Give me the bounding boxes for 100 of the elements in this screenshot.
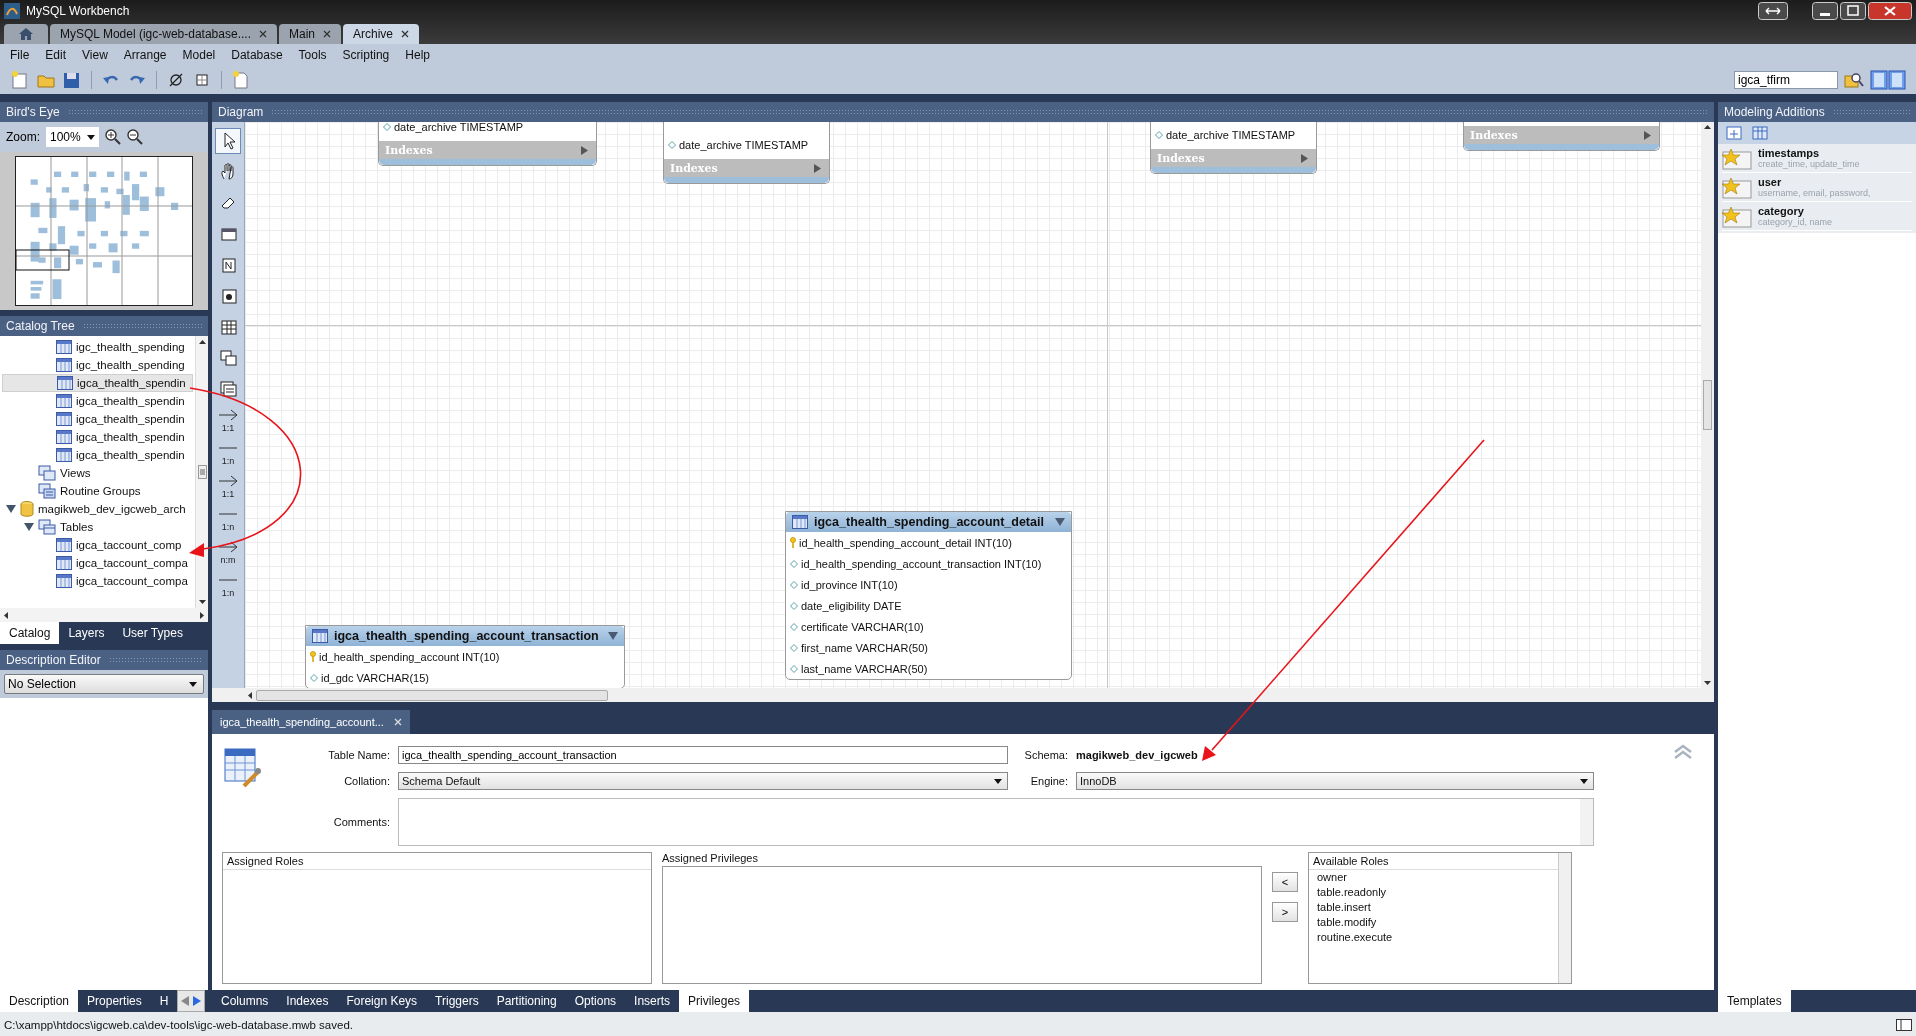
tree-item[interactable]: igca_taccount_comp: [2, 536, 193, 554]
relationship-tool[interactable]: 1:n: [215, 506, 241, 534]
scroll-up-icon[interactable]: [198, 340, 206, 344]
editor-section-tab[interactable]: Triggers: [426, 990, 488, 1012]
home-tab[interactable]: [4, 24, 48, 44]
entity-header[interactable]: igca_thealth_spending_account_transaction: [306, 626, 624, 646]
entity-card[interactable]: date_archive TIMESTAMP Indexes: [663, 122, 830, 184]
table-template-icon[interactable]: [1752, 126, 1768, 140]
role-item[interactable]: table.insert: [1309, 900, 1558, 915]
menu-item[interactable]: View: [74, 48, 116, 62]
tab-scroll-buttons[interactable]: [177, 990, 206, 1012]
engine-select[interactable]: InnoDB: [1076, 772, 1594, 790]
tree-item[interactable]: igca_taccount_compa: [2, 554, 193, 572]
entity-card[interactable]: igca_thealth_spending_account_transaction id_health_spending_account INT(10) id_gdc VARCHAR(15): [305, 625, 625, 688]
tree-item[interactable]: igca_thealth_spendin: [2, 446, 193, 464]
collapse-caret-icon[interactable]: [608, 632, 618, 640]
relationship-tool[interactable]: 1:1: [215, 473, 241, 501]
scrollbar[interactable]: [0, 608, 208, 622]
role-item[interactable]: routine.execute: [1309, 930, 1558, 945]
menu-item[interactable]: Scripting: [334, 48, 398, 62]
scrollbar[interactable]: [212, 688, 1714, 702]
palette-tool[interactable]: [215, 128, 241, 154]
new-document-icon[interactable]: [10, 70, 30, 90]
tree-item[interactable]: igc_thealth_spending: [2, 338, 193, 356]
table-name-field[interactable]: igca_thealth_spending_account_transaction: [398, 746, 1008, 764]
role-item[interactable]: table.modify: [1309, 915, 1558, 930]
panel-tab[interactable]: Description: [0, 990, 79, 1012]
scrollbar[interactable]: [1701, 122, 1714, 688]
scroll-thumb-icon[interactable]: [197, 465, 207, 479]
editor-tab[interactable]: igca_thealth_spending_account...: [212, 710, 410, 734]
document-tab[interactable]: Archive: [343, 24, 419, 44]
available-roles-list[interactable]: Available Roles owner table.readonly table.insert table.modify routine.execute: [1308, 852, 1572, 984]
entity-card[interactable]: [785, 511, 1072, 680]
role-item[interactable]: table.readonly: [1309, 885, 1558, 900]
tree-item[interactable]: igca_thealth_spendin: [2, 374, 193, 392]
entity-header[interactable]: igca_thealth_spending_account_detail: [786, 512, 1071, 532]
editor-section-tab[interactable]: Options: [565, 990, 626, 1012]
tree-item[interactable]: igc_thealth_spending: [2, 356, 193, 374]
template-item[interactable]: category category_id, name: [1722, 204, 1912, 231]
tree-item[interactable]: Routine Groups: [2, 482, 193, 500]
menu-item[interactable]: File: [2, 48, 38, 62]
scroll-left-icon[interactable]: [4, 611, 8, 619]
role-item[interactable]: owner: [1309, 870, 1558, 885]
search-field[interactable]: igca_tfirm: [1734, 71, 1838, 89]
panel-toggle-icon[interactable]: [1896, 1019, 1912, 1031]
tree-item[interactable]: Views: [2, 464, 193, 482]
menu-item[interactable]: Arrange: [115, 48, 175, 62]
panel-tab[interactable]: Layers: [59, 622, 114, 644]
template-item[interactable]: user username, email, password,: [1722, 175, 1912, 202]
relationship-tool[interactable]: 1:n: [215, 440, 241, 468]
close-icon[interactable]: [323, 30, 331, 38]
assigned-roles-list[interactable]: Assigned Roles: [222, 852, 652, 984]
comments-field[interactable]: [398, 798, 1594, 846]
selection-dropdown[interactable]: No Selection: [4, 674, 204, 694]
close-icon[interactable]: [258, 30, 267, 38]
template-item[interactable]: timestamps create_time, update_time: [1722, 146, 1912, 173]
collapse-caret-icon[interactable]: [1055, 518, 1065, 526]
expander-icon[interactable]: [24, 522, 34, 532]
layout-toggle-icon[interactable]: [1870, 70, 1906, 90]
new-page-icon[interactable]: [231, 70, 251, 90]
menu-item[interactable]: Help: [397, 48, 438, 62]
tree-item[interactable]: igca_taccount_compa: [2, 572, 193, 590]
editor-section-tab[interactable]: Indexes: [277, 990, 338, 1012]
panel-tab[interactable]: Catalog: [0, 622, 60, 644]
relationship-tool[interactable]: 1:1: [215, 407, 241, 435]
tree-item[interactable]: igca_thealth_spendin: [2, 410, 193, 428]
move-button[interactable]: <: [1272, 872, 1298, 892]
tree-item[interactable]: igca_thealth_spendin: [2, 392, 193, 410]
relationship-tool[interactable]: 1:n: [215, 572, 241, 600]
entity-card[interactable]: date_archive TIMESTAMP Indexes: [1150, 122, 1317, 174]
scroll-down-icon[interactable]: [1704, 681, 1711, 685]
resize-icon[interactable]: [1758, 2, 1788, 20]
menu-item[interactable]: Database: [223, 48, 291, 62]
menu-item[interactable]: Edit: [37, 48, 75, 62]
panel-tab[interactable]: Templates: [1718, 990, 1791, 1012]
assigned-privileges-list[interactable]: [662, 866, 1262, 984]
document-tab[interactable]: MySQL Model (igc-web-database....: [50, 24, 277, 44]
scroll-thumb-icon[interactable]: [1703, 380, 1712, 430]
minimize-icon[interactable]: [1812, 2, 1838, 20]
expander-icon[interactable]: [6, 504, 16, 514]
scrollbar[interactable]: [1558, 853, 1571, 983]
menu-item[interactable]: Model: [174, 48, 224, 62]
editor-section-tab[interactable]: Privileges: [679, 990, 750, 1012]
entity-card[interactable]: date_archive TIMESTAMP Indexes: [378, 122, 597, 166]
search-icon[interactable]: [1844, 70, 1864, 90]
scrollbar[interactable]: [195, 336, 208, 608]
close-icon[interactable]: [401, 30, 409, 38]
panel-tab[interactable]: User Types: [113, 622, 192, 644]
add-template-icon[interactable]: [1726, 126, 1742, 140]
menu-item[interactable]: Tools: [290, 48, 335, 62]
tree-item[interactable]: magikweb_dev_igcweb_arch: [2, 500, 193, 518]
zoom-out-icon[interactable]: [126, 129, 143, 145]
editor-section-tab[interactable]: Columns: [212, 990, 278, 1012]
scroll-left-icon[interactable]: [248, 691, 252, 699]
editor-section-tab[interactable]: Foreign Keys: [337, 990, 427, 1012]
editor-section-tab[interactable]: Partitioning: [487, 990, 566, 1012]
scroll-right-icon[interactable]: [200, 611, 204, 619]
collation-select[interactable]: Schema Default: [398, 772, 1008, 790]
panel-tab[interactable]: Properties: [78, 990, 151, 1012]
relationship-tool[interactable]: n:m: [215, 539, 241, 567]
